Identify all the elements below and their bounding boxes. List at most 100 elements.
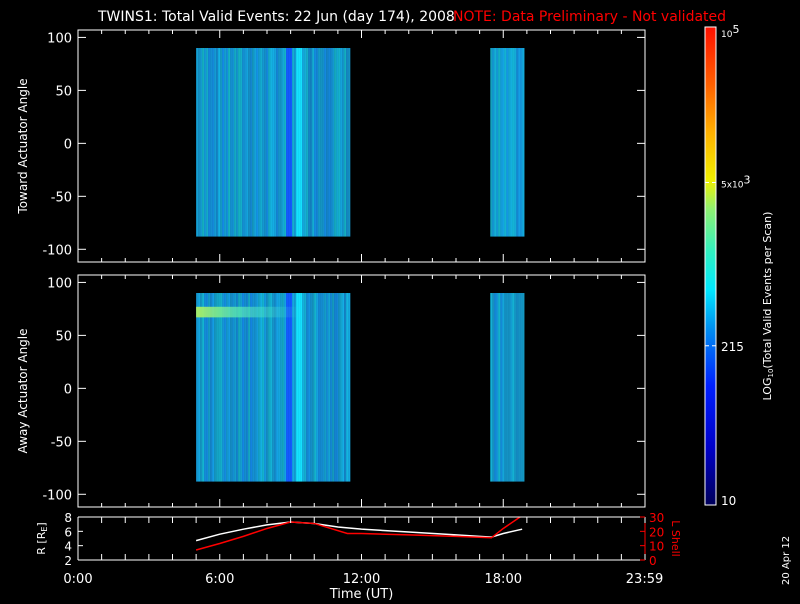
spectrogram-column (212, 293, 215, 482)
spectrogram-column (264, 48, 267, 237)
l-tick-label: 10 (649, 540, 664, 554)
spectrogram-column (280, 293, 283, 482)
spectrogram-column (226, 293, 229, 482)
spectrogram-column (246, 48, 249, 237)
r-tick-label: 2 (64, 554, 72, 568)
spectrogram-column (264, 293, 267, 482)
spectrogram-column (240, 48, 243, 237)
spectrogram-column (492, 48, 495, 237)
spectrogram-column (322, 293, 325, 482)
spectrogram-column (292, 293, 295, 482)
panel-frame (77, 29, 646, 263)
spectrogram-column (198, 293, 201, 482)
spectrogram-column (282, 293, 285, 482)
spectrogram-column (198, 48, 201, 237)
spectrogram-column (310, 48, 313, 237)
spectrogram-column (282, 48, 285, 237)
spectrogram-column (338, 293, 341, 482)
spectrogram-column (208, 293, 211, 482)
colorbar-tick-label: 105 (721, 23, 739, 40)
spectrogram-column (238, 293, 241, 482)
spectrogram-column (510, 293, 513, 482)
spectrogram-column (202, 293, 205, 482)
data-block (490, 48, 525, 237)
time-tick-label: 12:00 (343, 572, 380, 587)
preliminary-note: NOTE: Data Preliminary - Not validated (453, 9, 726, 25)
spectrogram-column (262, 48, 265, 237)
spectrogram-column (250, 293, 253, 482)
spectrogram-column (498, 48, 501, 237)
spectrogram-column (226, 48, 229, 237)
spectrogram-column (224, 48, 227, 237)
colorbar-label-rest: (Total Valid Events per Scan) (761, 212, 774, 369)
spectrogram-column (298, 293, 301, 482)
spectrogram-column (294, 48, 297, 237)
spectrogram-column (288, 48, 291, 237)
spectrogram-column (204, 48, 207, 237)
r-tick-label: 8 (64, 511, 72, 525)
spectrogram-column (238, 48, 241, 237)
spectrogram-column (258, 293, 261, 482)
spectrogram-column (218, 48, 221, 237)
spectrogram-column (230, 48, 233, 237)
spectrogram-column (296, 48, 299, 237)
spectrogram-column (326, 293, 329, 482)
spectrogram-column (228, 48, 231, 237)
spectrogram-column (348, 48, 351, 237)
spectrogram-column (320, 48, 323, 237)
spectrogram-column (292, 48, 295, 237)
spectrogram-column (496, 293, 499, 482)
spectrogram-column (500, 293, 503, 482)
spectrogram-column (340, 48, 343, 237)
spectrogram-column (230, 293, 233, 482)
spectrogram-column (200, 48, 203, 237)
spectrogram-column (330, 48, 333, 237)
spectrogram-column (522, 293, 525, 482)
y-tick-label: 100 (47, 276, 72, 291)
spectrogram-column (320, 293, 323, 482)
r-axis-label: R [RE] (35, 522, 49, 554)
y-tick-label: 0 (64, 137, 72, 152)
spectrogram-column (310, 293, 313, 482)
spectrogram-column (494, 293, 497, 482)
spectrogram-column (220, 293, 223, 482)
colorbar-label-sub: 10 (767, 369, 775, 378)
spectrogram-column (328, 293, 331, 482)
spectrogram-column (500, 48, 503, 237)
r-tick-label: 4 (64, 540, 72, 554)
spectrogram-column (522, 48, 525, 237)
spectrogram-column (314, 48, 317, 237)
data-block (196, 293, 351, 482)
spectrogram-column (494, 48, 497, 237)
spectrogram-column (246, 293, 249, 482)
spectrogram-column (208, 48, 211, 237)
spectrogram-column (266, 48, 269, 237)
time-tick-label: 23:59 (626, 572, 663, 587)
spectrogram-column (506, 293, 509, 482)
spectrogram-column (302, 293, 305, 482)
spectrogram-column (200, 293, 203, 482)
spectrogram-column (274, 293, 277, 482)
spectrogram-column (252, 293, 255, 482)
twins-plot: TWINS1: Total Valid Events: 22 Jun (day … (16, 9, 792, 602)
spectrogram-column (260, 293, 263, 482)
spectrogram-column (228, 293, 231, 482)
spectrogram-column (210, 48, 213, 237)
y-tick-label: 50 (55, 329, 72, 344)
spectrogram-column (272, 48, 275, 237)
spectrogram-column (254, 293, 257, 482)
colorbar-tick-label: 10 (721, 494, 736, 508)
spectrogram-column (324, 293, 327, 482)
spectrogram-column (260, 48, 263, 237)
spectrogram-column (318, 293, 321, 482)
spectrogram-column (346, 293, 349, 482)
spectrogram-column (492, 293, 495, 482)
spectrogram-column (206, 293, 209, 482)
spectrogram-column (332, 48, 335, 237)
spectrogram-column (490, 293, 493, 482)
spectrogram-column (308, 293, 311, 482)
y-tick-label: 0 (64, 382, 72, 397)
spectrogram-column (312, 293, 315, 482)
spectrogram-column (316, 293, 319, 482)
spectrogram-column (342, 293, 345, 482)
